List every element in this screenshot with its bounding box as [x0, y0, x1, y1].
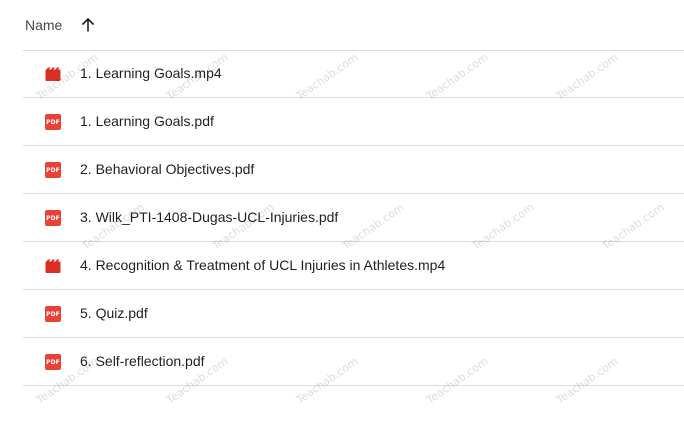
file-name: 5. Quiz.pdf	[80, 305, 148, 321]
file-name: 1. Learning Goals.pdf	[80, 113, 214, 129]
video-file-icon	[45, 258, 61, 274]
file-name: 6. Self-reflection.pdf	[80, 353, 205, 369]
video-file-icon	[45, 66, 61, 82]
file-row[interactable]: PDF 2. Behavioral Objectives.pdf	[23, 146, 684, 194]
file-rows: 1. Learning Goals.mp4 PDF 1. Learning Go…	[0, 50, 684, 386]
file-row[interactable]: PDF 5. Quiz.pdf	[23, 290, 684, 338]
pdf-file-icon: PDF	[45, 354, 61, 370]
file-row[interactable]: PDF 1. Learning Goals.pdf	[23, 98, 684, 146]
pdf-file-icon: PDF	[45, 306, 61, 322]
file-list-page: Name 1. Learning Goals.mp4 PDF 1. Learni…	[0, 0, 684, 431]
file-name: 1. Learning Goals.mp4	[80, 65, 222, 81]
arrow-up-icon[interactable]	[80, 17, 96, 33]
list-header: Name	[0, 0, 684, 50]
file-row[interactable]: 1. Learning Goals.mp4	[23, 50, 684, 98]
pdf-file-icon: PDF	[45, 162, 61, 178]
name-column-header[interactable]: Name	[25, 17, 62, 33]
pdf-file-icon: PDF	[45, 210, 61, 226]
file-row[interactable]: PDF 3. Wilk_PTI-1408-Dugas-UCL-Injuries.…	[23, 194, 684, 242]
file-row[interactable]: PDF 6. Self-reflection.pdf	[23, 338, 684, 386]
file-name: 2. Behavioral Objectives.pdf	[80, 161, 255, 177]
pdf-file-icon: PDF	[45, 114, 61, 130]
file-name: 4. Recognition & Treatment of UCL Injuri…	[80, 257, 446, 273]
file-row[interactable]: 4. Recognition & Treatment of UCL Injuri…	[23, 242, 684, 290]
file-name: 3. Wilk_PTI-1408-Dugas-UCL-Injuries.pdf	[80, 209, 339, 225]
